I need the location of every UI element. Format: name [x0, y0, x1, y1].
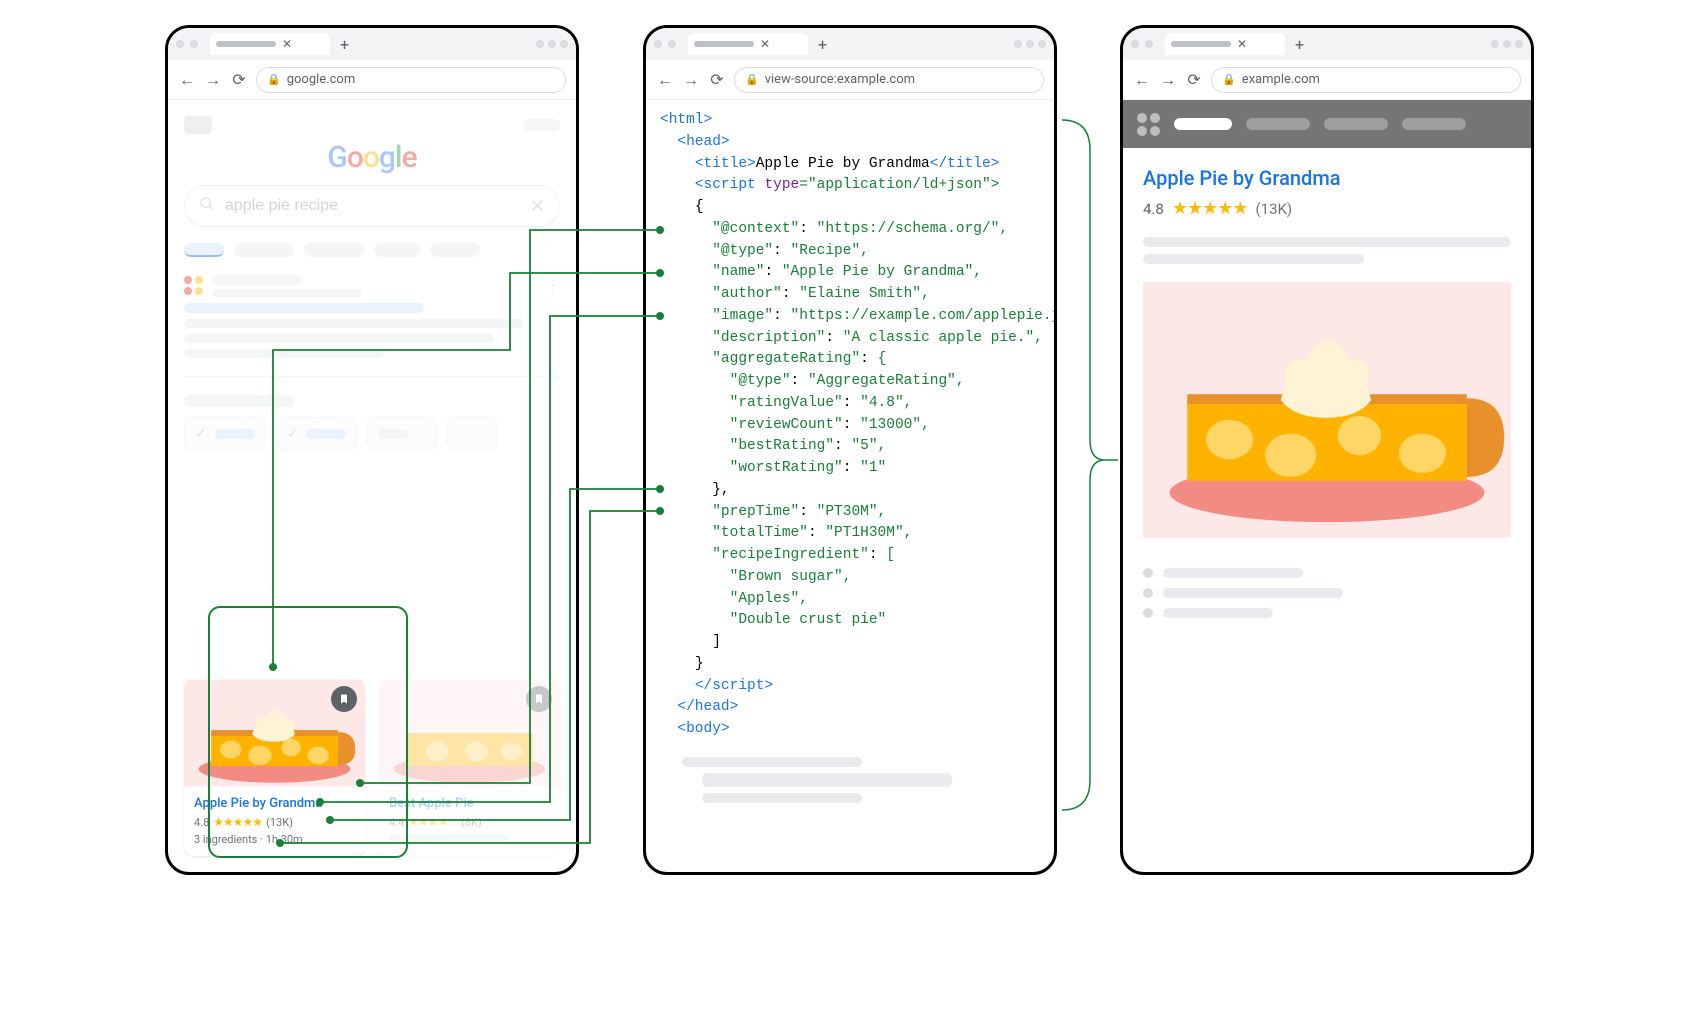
recipe-title: Apple Pie by Grandma	[194, 796, 355, 811]
reload-icon[interactable]: ⟳	[230, 70, 248, 89]
forward-icon[interactable]: →	[682, 70, 700, 90]
url-text: view-source:example.com	[765, 72, 915, 87]
star-icons: ★★★★★	[213, 815, 262, 829]
tab-close-icon[interactable]: ✕	[282, 37, 292, 51]
forward-icon[interactable]: →	[1159, 70, 1177, 90]
browser-tabbar: ✕ +	[1123, 28, 1531, 60]
new-tab-icon[interactable]: +	[818, 35, 827, 54]
window-controls	[536, 40, 568, 48]
lock-icon: 🔒	[267, 73, 281, 86]
url-field[interactable]: 🔒 view-source:example.com	[734, 67, 1044, 93]
bookmark-icon[interactable]	[331, 686, 357, 712]
body-placeholder	[646, 751, 1054, 803]
search-tab[interactable]	[374, 243, 420, 257]
browser-address-bar: ← → ⟳ 🔒 google.com	[168, 60, 576, 100]
search-input[interactable]	[225, 197, 520, 215]
rating-row: 4.8 ★★★★★ (13K)	[1143, 198, 1511, 219]
search-icon	[199, 196, 215, 216]
new-tab-icon[interactable]: +	[340, 35, 349, 54]
site-logo-icon[interactable]	[1137, 113, 1160, 136]
recipe-card[interactable]: Best Apple Pie 4.4★★★★☆(8K)	[379, 678, 560, 856]
nav-item[interactable]	[1174, 118, 1232, 130]
site-header	[1123, 100, 1531, 148]
browser-tab[interactable]: ✕	[688, 33, 808, 55]
back-icon[interactable]: ←	[1133, 70, 1151, 90]
list-item	[1143, 608, 1511, 618]
reload-icon[interactable]: ⟳	[708, 70, 726, 89]
more-icon[interactable]: ⋮	[546, 278, 560, 294]
search-tab[interactable]	[234, 243, 294, 257]
back-icon[interactable]: ←	[656, 70, 674, 90]
phone-recipe-page: ✕ + ← → ⟳ 🔒 example.com Apple Pie by Gra…	[1120, 25, 1534, 875]
favicon	[184, 276, 204, 296]
search-tab[interactable]	[430, 243, 480, 257]
back-icon[interactable]: ←	[178, 70, 196, 90]
search-tab[interactable]	[304, 243, 364, 257]
recipe-title: Best Apple Pie	[389, 796, 550, 811]
description-placeholder	[1143, 237, 1511, 264]
pie-illustration	[1143, 280, 1511, 540]
phone-view-source: ✕ + ← → ⟳ 🔒 view-source:example.com <htm…	[643, 25, 1057, 875]
phone-search-results: ✕ + ← → ⟳ 🔒 google.com Google	[165, 25, 579, 875]
filter-chip[interactable]: ✓	[276, 417, 358, 451]
star-icons: ★★★★★	[1172, 198, 1248, 219]
url-field[interactable]: 🔒 google.com	[256, 67, 566, 93]
recipe-meta: 3 ingredients · 1h 30m	[194, 833, 355, 846]
url-text: google.com	[287, 72, 356, 87]
filter-chip[interactable]: ✓	[184, 417, 266, 451]
clear-icon[interactable]: ✕	[530, 196, 545, 217]
lock-icon: 🔒	[745, 73, 759, 86]
recipe-thumbnail	[184, 678, 365, 788]
recipe-carousel: Apple Pie by Grandma 4.8 ★★★★★ (13K) 3 i…	[184, 678, 560, 856]
lock-icon: 🔒	[1222, 73, 1236, 86]
browser-tab[interactable]: ✕	[1165, 33, 1285, 55]
reload-icon[interactable]: ⟳	[1185, 70, 1203, 89]
page-title: Apple Pie by Grandma	[1143, 166, 1511, 190]
browser-tabbar: ✕ +	[646, 28, 1054, 60]
hero-image	[1143, 280, 1511, 540]
window-dot	[190, 40, 198, 48]
url-text: example.com	[1242, 72, 1320, 87]
list-item	[1143, 588, 1511, 598]
window-dot	[176, 40, 184, 48]
search-tabs	[184, 243, 560, 257]
list-item	[1143, 568, 1511, 578]
result-block: ⋮	[184, 275, 560, 358]
nav-item[interactable]	[1324, 118, 1388, 130]
nav-item[interactable]	[1402, 118, 1466, 130]
google-logo: Google	[184, 140, 560, 175]
recipe-rating: 4.8 ★★★★★ (13K)	[194, 815, 355, 829]
filter-chip[interactable]	[447, 417, 497, 451]
filter-chip[interactable]	[367, 417, 437, 451]
forward-icon[interactable]: →	[204, 70, 222, 90]
search-box[interactable]: ✕	[184, 185, 560, 227]
browser-tabbar: ✕ +	[168, 28, 576, 60]
url-field[interactable]: 🔒 example.com	[1211, 67, 1521, 93]
new-tab-icon[interactable]: +	[1295, 35, 1304, 54]
search-tab[interactable]	[184, 243, 224, 257]
recipe-card[interactable]: Apple Pie by Grandma 4.8 ★★★★★ (13K) 3 i…	[184, 678, 365, 856]
nav-item[interactable]	[1246, 118, 1310, 130]
browser-tab[interactable]: ✕	[210, 33, 330, 55]
source-code: <html> <head> <title>Apple Pie by Grandm…	[646, 100, 1054, 751]
